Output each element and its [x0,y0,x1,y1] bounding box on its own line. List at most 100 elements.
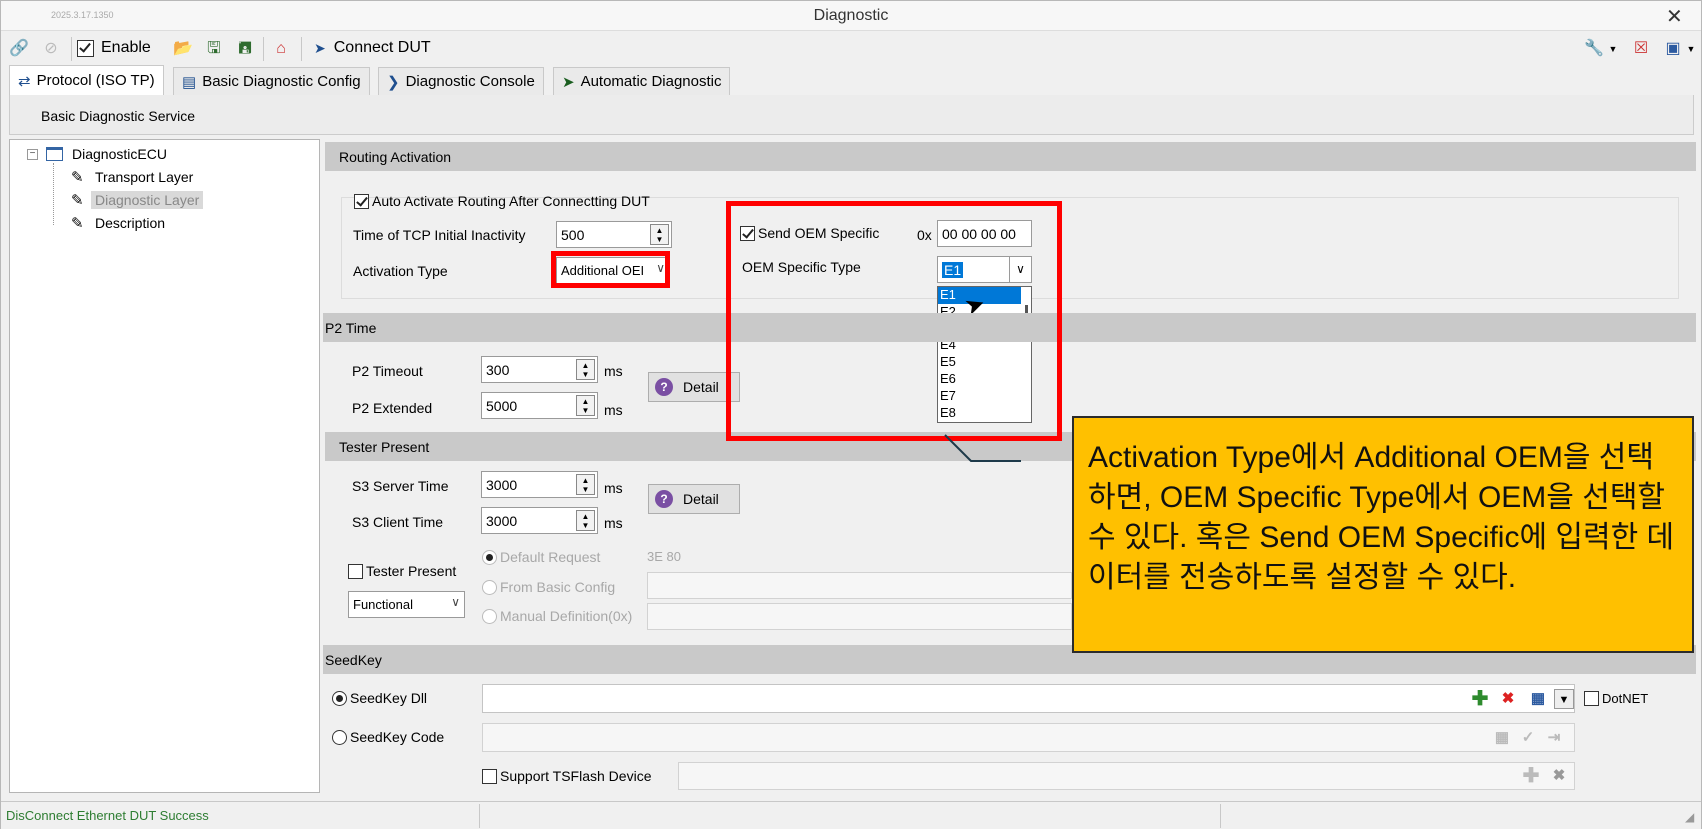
spin-arrows-icon[interactable]: ▲ ▼ [576,395,595,416]
enable-checkbox[interactable] [77,39,94,57]
dotnet-checkbox[interactable] [1584,691,1599,706]
unlink-icon[interactable]: ⊘ [41,39,61,59]
default-request-radio[interactable] [482,549,497,565]
from-basic-option[interactable]: From Basic Config [482,579,615,595]
remove-icon[interactable]: ✖ [1549,766,1569,786]
tester-present-option[interactable]: Tester Present [348,563,456,579]
tcp-inactivity-input[interactable]: 500 ▲ ▼ [556,221,672,248]
toolbar [1,33,1701,63]
link-icon[interactable]: 🔗 [9,39,29,59]
wrench-icon[interactable]: 🔧 [1584,39,1604,59]
spin-arrows-icon[interactable]: ▲ ▼ [576,510,595,531]
status-divider [1220,804,1221,828]
tab-automatic-diagnostic[interactable]: ➤ Automatic Diagnostic [553,67,731,95]
enable-toggle[interactable]: Enable [77,39,151,57]
tcp-label: Time of TCP Initial Inactivity [353,227,526,243]
tester-mode-value: Functional [353,597,413,612]
p2-extended-input[interactable]: 5000 ▲ ▼ [481,392,598,419]
seedkey-code-option[interactable]: SeedKey Code [332,729,444,745]
tree-root[interactable]: DiagnosticECU [72,146,167,162]
default-request-value: 3E 80 [647,549,681,564]
manual-definition-label: Manual Definition(0x) [500,608,633,624]
tester-detail-button[interactable]: ? Detail [648,484,740,514]
callout-connector [944,434,1021,462]
tree-panel [9,139,320,793]
connect-dut-button[interactable]: ➤ Connect DUT [314,39,431,57]
pencil-icon: ✎ [71,192,84,209]
ms-unit: ms [604,480,623,496]
annotation-callout: Activation Type에서 Additional OEM을 선택하면, … [1072,416,1694,653]
tsflash-label: Support TSFlash Device [500,768,652,784]
p2-extended-label: P2 Extended [352,400,433,416]
s3-client-label: S3 Client Time [352,514,444,530]
open-folder-icon[interactable]: 📂 [173,39,193,59]
toolbar-separator [301,37,302,61]
from-basic-field[interactable] [647,572,1072,599]
window-title: Diagnostic [813,7,889,24]
resize-grip-icon[interactable]: ◢ [1685,810,1694,824]
spin-arrows-icon[interactable]: ▲ ▼ [650,224,669,245]
dotnet-option[interactable]: DotNET [1584,691,1648,706]
manual-definition-option[interactable]: Manual Definition(0x) [482,608,632,624]
seedkey-dll-field[interactable] [482,684,1575,713]
seedkey-code-field[interactable] [482,723,1575,752]
p2-timeout-input[interactable]: 300 ▲ ▼ [481,356,598,383]
spin-arrows-icon[interactable]: ▲ ▼ [576,359,595,380]
manual-definition-radio[interactable] [482,608,497,624]
spin-arrows-icon[interactable]: ▲ ▼ [576,474,595,495]
seedkey-code-radio[interactable] [332,729,347,745]
tab-label: Automatic Diagnostic [580,73,722,90]
tester-present-checkbox[interactable] [348,563,363,579]
tree-item-transport-layer[interactable]: Transport Layer [95,169,193,185]
close-button[interactable]: ✕ [1666,4,1683,29]
check-icon[interactable]: ✓ [1518,728,1538,748]
add-icon[interactable]: ✚ [1521,766,1541,786]
auto-activate-option[interactable]: Auto Activate Routing After Connectting … [354,193,650,209]
protocol-icon: ⇄ [18,72,31,90]
tab-protocol[interactable]: ⇄ Protocol (ISO TP) [9,65,164,95]
s3-server-input[interactable]: 3000 ▲ ▼ [481,471,598,498]
grid-icon[interactable]: ▦ [1492,728,1512,748]
layout-icon[interactable]: ▣ [1663,39,1683,59]
save-icon[interactable]: 🖫 [204,39,224,59]
chevron-down-icon[interactable]: ▼ [1603,39,1623,59]
tree-item-description[interactable]: Description [95,215,165,231]
seedkey-dll-radio[interactable] [332,690,347,706]
save-as-icon[interactable]: 🖪 [235,39,255,59]
from-basic-radio[interactable] [482,579,497,595]
seedkey-dll-option[interactable]: SeedKey Dll [332,690,427,706]
chevron-down-icon: ∨ [451,595,460,609]
network-icon[interactable]: ⌂ [271,39,291,59]
grid-icon[interactable]: ▦ [1528,689,1548,709]
remove-icon[interactable]: ✖ [1498,689,1518,709]
tsflash-field[interactable] [678,762,1575,790]
status-divider [479,804,480,828]
tree-item-diagnostic-layer[interactable]: Diagnostic Layer [91,191,204,209]
tester-mode-select[interactable]: Functional ∨ [348,591,465,618]
tab-diagnostic-console[interactable]: ❯ Diagnostic Console [378,67,544,95]
p2-timeout-value: 300 [486,361,510,378]
manual-definition-field[interactable] [647,603,1072,630]
close-document-icon[interactable]: ☒ [1631,39,1651,59]
auto-activate-checkbox[interactable] [354,193,369,209]
routing-activation-header: Routing Activation [325,142,1696,171]
chevron-down-icon[interactable]: ▼ [1554,689,1574,709]
chevron-down-icon[interactable]: ▼ [1681,39,1701,59]
s3-client-input[interactable]: 3000 ▲ ▼ [481,507,598,534]
detail-label: Detail [683,379,719,395]
tsflash-checkbox[interactable] [482,768,497,784]
tab-label: Diagnostic Console [405,73,535,90]
tsflash-option[interactable]: Support TSFlash Device [482,768,651,784]
from-basic-label: From Basic Config [500,579,616,595]
add-icon[interactable]: ✚ [1470,689,1490,709]
status-message: DisConnect Ethernet DUT Success [6,808,209,823]
default-request-option[interactable]: Default Request [482,549,600,565]
export-icon[interactable]: ⇥ [1544,728,1564,748]
activation-type-highlight [551,251,670,288]
section-title: SeedKey [325,651,382,668]
default-request-label: Default Request [500,549,601,565]
section-title: P2 Time [325,319,377,336]
tab-basic-diagnostic-config[interactable]: ▤ Basic Diagnostic Config [173,67,370,95]
collapse-icon[interactable]: − [27,149,38,160]
toolbar-separator [71,37,72,61]
